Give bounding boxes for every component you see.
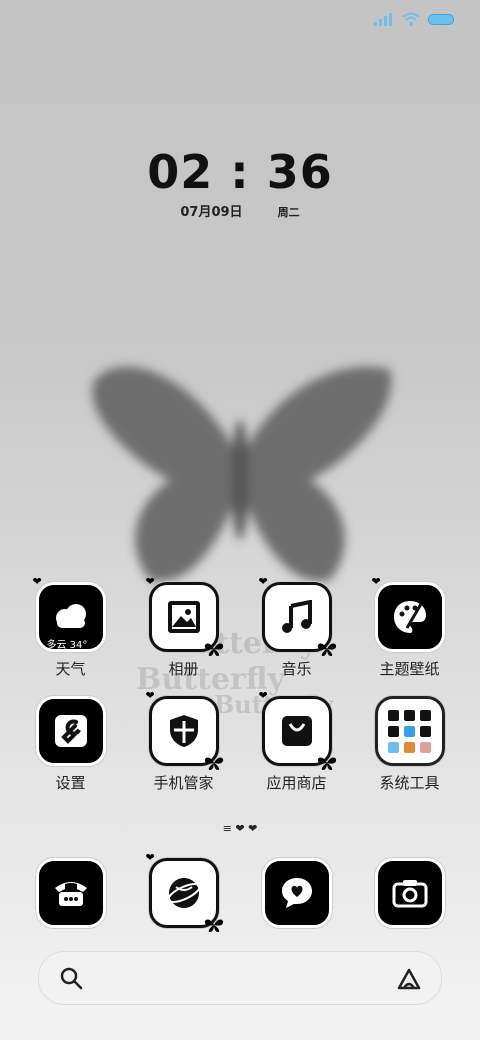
- dock-browser[interactable]: ❤: [129, 851, 239, 932]
- shield-icon: [169, 715, 198, 747]
- app-label: 手机管家: [153, 774, 214, 792]
- browser-app-icon[interactable]: ❤: [146, 851, 223, 932]
- shopping-bag-icon: [281, 716, 312, 746]
- messages-app-icon[interactable]: [261, 858, 332, 928]
- app-themes[interactable]: ❤ 主题壁纸: [355, 575, 465, 678]
- signal-icon: [374, 13, 392, 26]
- app-grid: ❤ 多云 34° 天气 ❤ 相册 ❤ 音乐 ❤ 主题壁纸 设置 ❤ 手机管家 ❤…: [0, 575, 480, 792]
- heart-icon: ❤: [371, 575, 381, 588]
- search-icon[interactable]: [59, 966, 83, 990]
- assistant-icon[interactable]: [395, 964, 423, 992]
- heart-icon: ❤: [32, 575, 42, 588]
- app-row-2: 设置 ❤ 手机管家 ❤ 应用商店 系统工具: [0, 689, 480, 792]
- butterfly-icon: [317, 757, 336, 770]
- clock-date-row: 07月09日 周二: [0, 201, 480, 220]
- clock-widget[interactable]: 02 : 36 07月09日 周二: [0, 145, 480, 220]
- store-app-icon[interactable]: ❤: [259, 689, 336, 770]
- heart-icon: ❤: [145, 689, 155, 702]
- music-note-icon: [281, 600, 312, 633]
- search-bar[interactable]: [38, 951, 442, 1005]
- message-heart-icon: [281, 878, 312, 908]
- butterfly-icon: [317, 643, 336, 656]
- gallery-app-icon[interactable]: ❤: [146, 575, 223, 656]
- app-row-1: ❤ 多云 34° 天气 ❤ 相册 ❤ 音乐 ❤ 主题壁纸: [0, 575, 480, 678]
- dock-row: ❤: [0, 851, 480, 932]
- folder-icon[interactable]: [374, 696, 445, 766]
- app-label: 设置: [55, 774, 86, 792]
- heart-icon: ❤: [258, 689, 268, 702]
- camera-icon: [392, 880, 427, 908]
- clock-date: 07月09日: [180, 205, 243, 220]
- butterfly-icon: [204, 757, 223, 770]
- app-folder-system-tools[interactable]: 系统工具: [355, 696, 465, 792]
- settings-app-icon[interactable]: [35, 696, 106, 766]
- heart-icon: ❤: [145, 851, 155, 864]
- page-indicator[interactable]: ≡ ❤ ❤: [0, 822, 480, 835]
- heart-icon: ❤: [258, 575, 268, 588]
- app-label: 主题壁纸: [379, 660, 440, 678]
- weather-app-icon[interactable]: ❤ 多云 34°: [33, 575, 106, 652]
- wifi-icon: [402, 12, 420, 26]
- security-app-icon[interactable]: ❤: [146, 689, 223, 770]
- dock-phone[interactable]: [16, 858, 126, 928]
- camera-app-icon[interactable]: [374, 858, 445, 928]
- dock-camera[interactable]: [355, 858, 465, 928]
- app-weather[interactable]: ❤ 多云 34° 天气: [16, 575, 126, 678]
- status-bar: [374, 12, 454, 26]
- folder-grid-icon: [387, 710, 431, 753]
- app-settings[interactable]: 设置: [16, 696, 126, 792]
- heart-icon: ❤: [145, 575, 155, 588]
- themes-app-icon[interactable]: ❤: [372, 575, 445, 652]
- dock: ❤: [0, 851, 480, 932]
- app-label: 相册: [168, 660, 199, 678]
- app-label: 音乐: [281, 660, 312, 678]
- weather-overlay: 多云 34°: [46, 640, 88, 651]
- app-label: 应用商店: [266, 774, 327, 792]
- app-music[interactable]: ❤ 音乐: [242, 575, 352, 678]
- butterfly-wallpaper: [92, 366, 392, 582]
- globe-icon: [166, 878, 201, 908]
- battery-icon: [428, 13, 454, 25]
- app-security[interactable]: ❤ 手机管家: [129, 689, 239, 792]
- app-store[interactable]: ❤ 应用商店: [242, 689, 352, 792]
- butterfly-icon: [204, 643, 223, 656]
- cloud-icon: [55, 604, 86, 628]
- app-label: 天气: [55, 660, 86, 678]
- clock-weekday: 周二: [277, 206, 300, 219]
- clock-time: 02 : 36: [147, 145, 333, 199]
- phone-app-icon[interactable]: [35, 858, 106, 928]
- palette-icon: [393, 601, 426, 633]
- app-label: 系统工具: [379, 774, 440, 792]
- dock-messages[interactable]: [242, 858, 352, 928]
- image-icon: [167, 601, 200, 633]
- butterfly-icon: [204, 919, 223, 932]
- telephone-icon: [54, 882, 87, 906]
- wrench-icon: [54, 715, 87, 747]
- music-app-icon[interactable]: ❤: [259, 575, 336, 656]
- app-gallery[interactable]: ❤ 相册: [129, 575, 239, 678]
